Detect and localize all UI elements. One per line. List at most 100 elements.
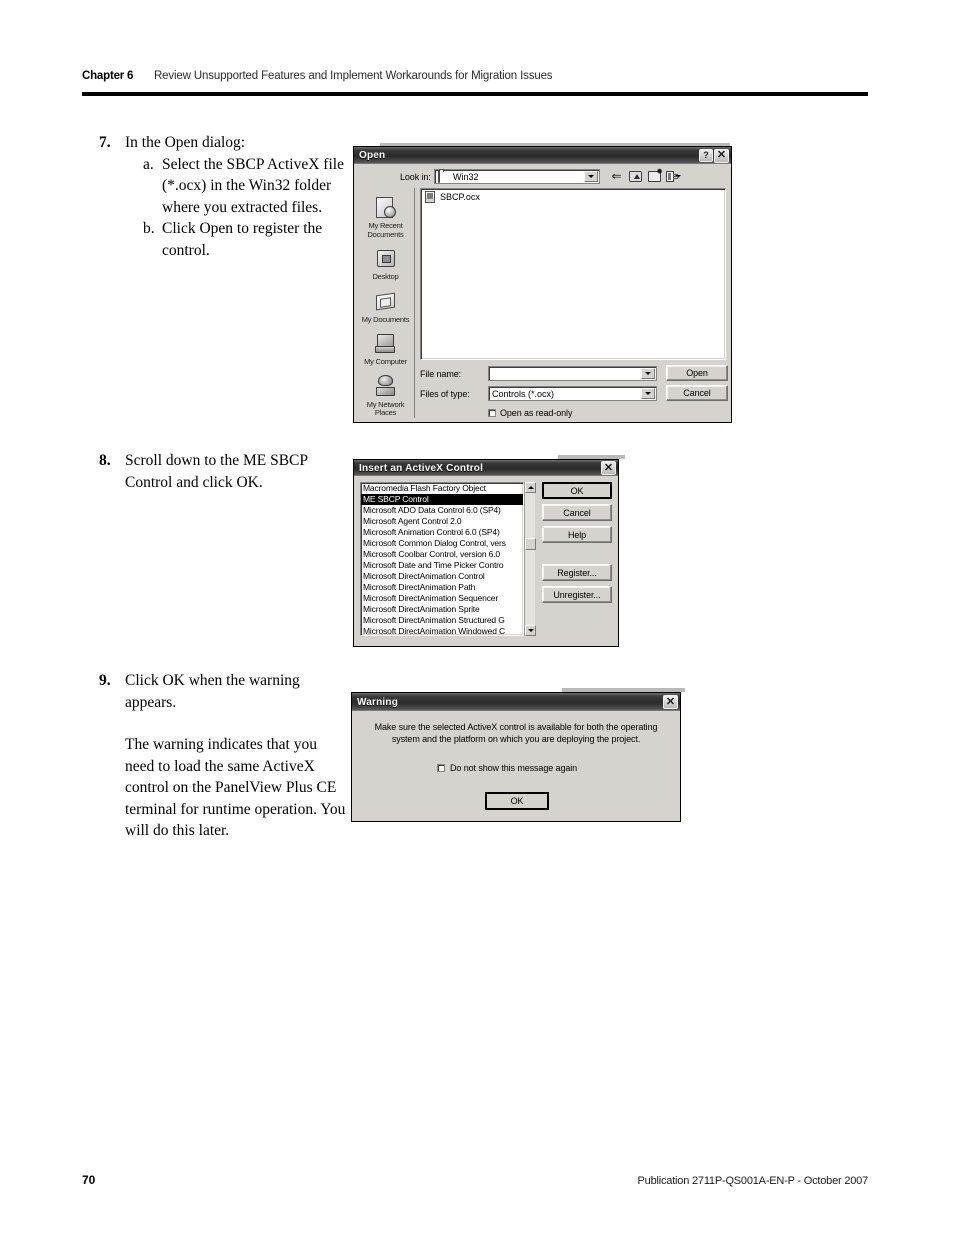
chapter-title: Review Unsupported Features and Implemen…	[154, 70, 553, 82]
warning-message-line2: system and the platform on which you are…	[391, 734, 641, 744]
insert-dialog-titlebar: Insert an ActiveX Control ✕	[354, 460, 618, 476]
file-list-item[interactable]: SBCP.ocx	[421, 189, 725, 203]
step-7-substeps: a. Select the SBCP ActiveX file (*.ocx) …	[125, 154, 347, 262]
activex-list-scrollbar[interactable]	[524, 482, 536, 636]
warning-dialog-titlebar: Warning ✕	[352, 693, 680, 711]
chevron-down-icon[interactable]	[641, 368, 655, 379]
scroll-down-button[interactable]	[525, 625, 536, 636]
recent-documents-icon	[357, 194, 415, 222]
place-desktop[interactable]: Desktop	[357, 245, 415, 282]
open-dialog-window: Open ? ✕ Look in: Win32 ⇐ My Recent	[353, 146, 732, 423]
activex-list-item[interactable]: Macromedia Flash Factory Object	[361, 483, 523, 494]
do-not-show-label: Do not show this message again	[450, 763, 578, 773]
step-9-text: Click OK when the warning appears.	[125, 672, 300, 711]
step-8: 8. Scroll down to the ME SBCP Control an…	[99, 450, 347, 493]
file-list[interactable]: SBCP.ocx	[420, 188, 726, 360]
activex-list-item[interactable]: Microsoft Animation Control 6.0 (SP4)	[361, 527, 523, 538]
insert-dialog-title: Insert an ActiveX Control	[359, 462, 484, 474]
chevron-down-icon[interactable]	[641, 388, 655, 399]
ok-button[interactable]: OK	[542, 482, 612, 499]
cancel-button[interactable]: Cancel	[542, 504, 612, 521]
desktop-icon	[357, 245, 415, 273]
scroll-up-button[interactable]	[525, 482, 536, 493]
insert-activex-dialog-screenshot: Insert an ActiveX Control ✕ Macromedia F…	[353, 455, 625, 649]
my-network-places-icon	[357, 373, 415, 401]
activex-list-item[interactable]: Microsoft DirectAnimation Windowed C	[361, 626, 523, 635]
files-of-type-combo[interactable]: Controls (*.ocx)	[488, 386, 657, 401]
activex-list-item[interactable]: ME SBCP Control	[361, 494, 523, 505]
ok-button[interactable]: OK	[485, 792, 549, 810]
new-folder-icon[interactable]	[647, 167, 663, 183]
step-7-number: 7.	[99, 134, 111, 151]
open-dialog-toolbar: ⇐	[609, 167, 681, 183]
look-in-value: Win32	[453, 171, 479, 182]
file-name-label-text: File name:	[420, 369, 462, 379]
help-icon[interactable]: ?	[699, 149, 713, 162]
activex-list-item[interactable]: Microsoft Date and Time Picker Contro	[361, 560, 523, 571]
close-icon[interactable]: ✕	[714, 148, 729, 163]
activex-list-item[interactable]: Microsoft ADO Data Control 6.0 (SP4)	[361, 505, 523, 516]
warning-message: Make sure the selected ActiveX control i…	[370, 721, 662, 745]
warning-dialog-screenshot: Warning ✕ Make sure the selected ActiveX…	[351, 688, 685, 824]
open-dialog-titlebar: Open ? ✕	[354, 147, 731, 164]
open-dialog-screenshot: Open ? ✕ Look in: Win32 ⇐ My Recent	[351, 143, 735, 427]
open-button[interactable]: Open	[666, 365, 728, 381]
files-of-type-label: Files of type:	[420, 389, 470, 399]
activex-list-item[interactable]: Microsoft DirectAnimation Path	[361, 582, 523, 593]
place-label-line1: My Documents	[361, 314, 410, 324]
activex-list-item[interactable]: Microsoft Agent Control 2.0	[361, 516, 523, 527]
place-my-network-places[interactable]: My Network Places	[357, 373, 415, 418]
cancel-button[interactable]: Cancel	[666, 385, 728, 401]
publication-info: Publication 2711P-QS001A-EN-P - October …	[637, 1175, 869, 1187]
step-7-substep-b: b. Click Open to register the control.	[143, 218, 347, 261]
header-rule	[82, 92, 868, 96]
substep-b-marker: b.	[143, 220, 155, 237]
place-my-documents[interactable]: My Documents	[357, 288, 415, 325]
folder-icon	[438, 170, 450, 183]
close-icon[interactable]: ✕	[663, 695, 678, 709]
step-7-text: In the Open dialog:	[125, 134, 246, 151]
page-number: 70	[82, 1173, 96, 1187]
place-label-line2: Places	[374, 408, 397, 417]
up-one-level-icon[interactable]	[628, 169, 643, 183]
file-name-label: SBCP.ocx	[440, 192, 480, 202]
places-bar: My Recent Documents Desktop My Documents…	[357, 188, 415, 418]
activex-list-item[interactable]: Microsoft DirectAnimation Structured G	[361, 615, 523, 626]
open-as-read-only-checkbox[interactable]: Open as read-only	[488, 408, 572, 418]
activex-control-list[interactable]: Macromedia Flash Factory Object ME SBCP C…	[360, 482, 524, 636]
place-my-computer[interactable]: My Computer	[357, 330, 415, 367]
step-9-paragraph: The warning indicates that you need to l…	[125, 736, 346, 839]
files-of-type-value: Controls (*.ocx)	[492, 388, 555, 399]
my-documents-icon	[357, 288, 415, 316]
back-icon[interactable]: ⇐	[609, 169, 624, 183]
activex-list-item[interactable]: Microsoft DirectAnimation Sequencer	[361, 593, 523, 604]
place-label-line2: Documents	[367, 229, 404, 239]
step-9: 9. Click OK when the warning appears. Th…	[99, 670, 347, 842]
activex-list-item[interactable]: Microsoft DirectAnimation Control	[361, 571, 523, 582]
views-icon[interactable]	[666, 169, 681, 183]
checkbox-box[interactable]	[488, 409, 496, 417]
do-not-show-checkbox[interactable]: Do not show this message again	[437, 763, 577, 773]
close-icon[interactable]: ✕	[601, 461, 616, 475]
step-9-number: 9.	[99, 672, 111, 689]
scrollbar-thumb[interactable]	[525, 538, 536, 550]
activex-list-item[interactable]: Microsoft Coolbar Control, version 6.0	[361, 549, 523, 560]
place-label-line1: My Computer	[364, 357, 407, 366]
step-7: 7. In the Open dialog: a. Select the SBC…	[99, 132, 347, 261]
place-my-recent-documents[interactable]: My Recent Documents	[357, 194, 415, 239]
activex-list-item[interactable]: Microsoft Common Dialog Control, vers	[361, 538, 523, 549]
file-name-input[interactable]	[488, 366, 657, 381]
step-8-text: Scroll down to the ME SBCP Control and c…	[125, 452, 308, 491]
chevron-down-icon[interactable]	[584, 171, 598, 182]
open-dialog-title: Open	[359, 150, 386, 161]
substep-a-text: Select the SBCP ActiveX file (*.ocx) in …	[162, 155, 344, 216]
help-button[interactable]: Help	[542, 526, 612, 543]
chapter-label: Chapter 6	[82, 70, 134, 82]
activex-list-item[interactable]: Microsoft DirectAnimation Sprite	[361, 604, 523, 615]
page-header: Chapter 6 Review Unsupported Features an…	[82, 70, 868, 82]
checkbox-box[interactable]	[437, 764, 445, 772]
register-button[interactable]: Register...	[542, 564, 612, 581]
unregister-button[interactable]: Unregister...	[542, 586, 612, 603]
look-in-combo[interactable]: Win32	[434, 169, 600, 184]
my-computer-icon	[357, 330, 415, 358]
